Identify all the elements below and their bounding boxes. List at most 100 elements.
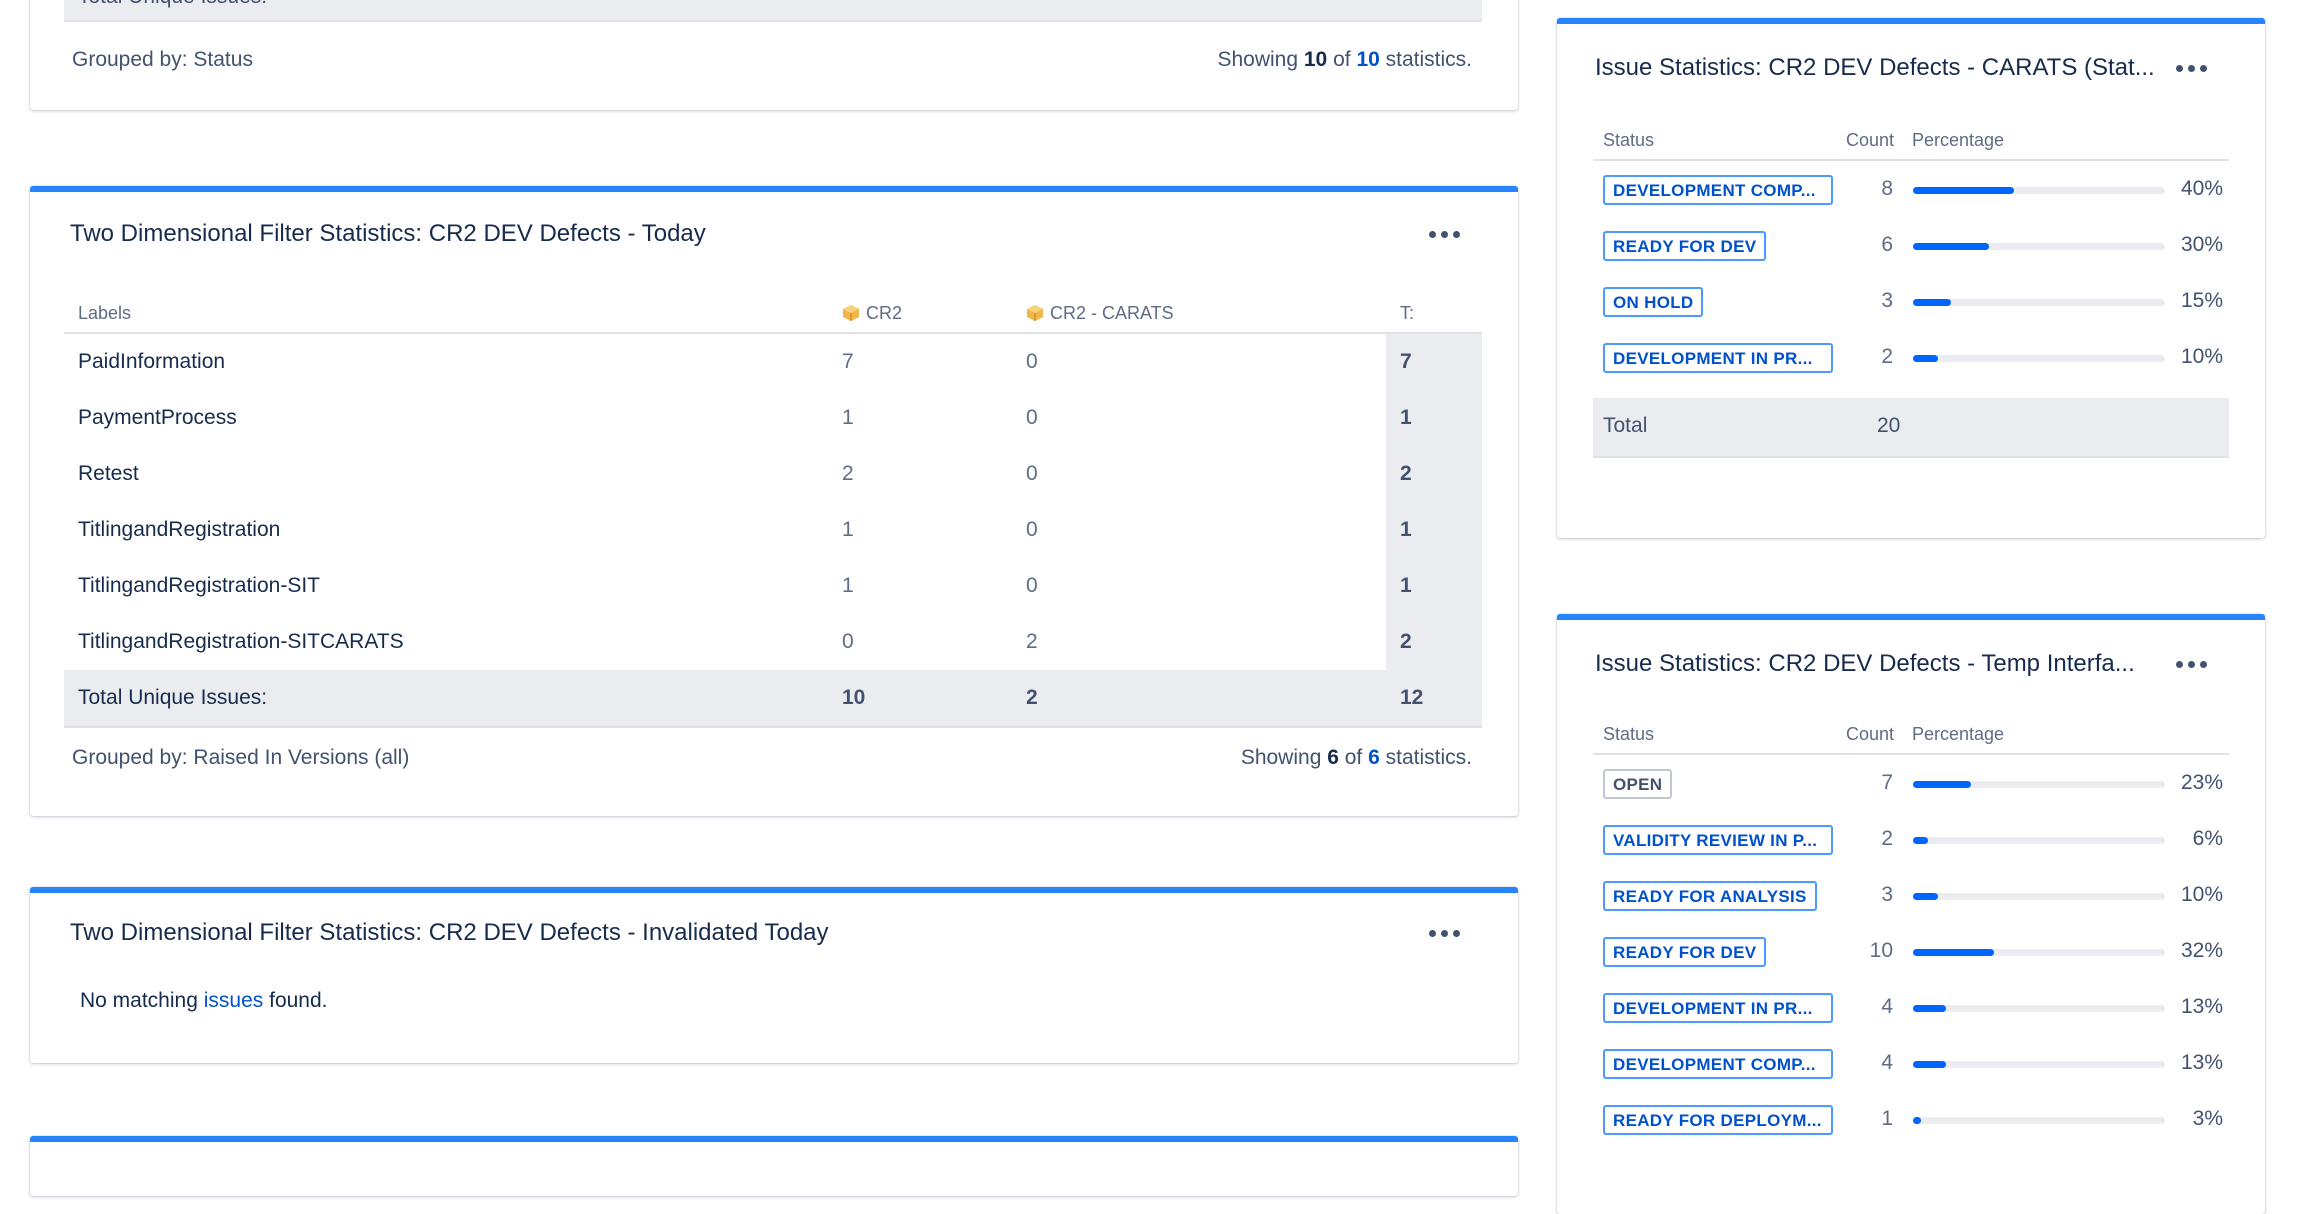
carats-count[interactable]: 0 bbox=[1012, 333, 1386, 390]
status-lozenge[interactable]: DEVELOPMENT COMP... bbox=[1603, 175, 1833, 205]
cr2-count[interactable]: 2 bbox=[828, 446, 1012, 502]
carats-count[interactable]: 0 bbox=[1012, 558, 1386, 614]
more-horizontal-icon bbox=[2187, 64, 2195, 72]
cr2-carats-header[interactable]: CR2 - CARATS bbox=[1012, 280, 1386, 334]
more-horizontal-icon bbox=[1440, 929, 1448, 937]
row-label[interactable]: TitlingandRegistration bbox=[64, 502, 828, 558]
gadget-accent-bar bbox=[30, 1136, 1518, 1142]
status-count[interactable]: 1 bbox=[1853, 1107, 1893, 1131]
percentage-bar bbox=[1913, 355, 2165, 362]
status-count[interactable]: 2 bbox=[1853, 345, 1893, 369]
status-percentage: 10% bbox=[2180, 345, 2223, 368]
percentage-bar-fill bbox=[1913, 1005, 1946, 1012]
two-dim-invalidated-gadget: Two Dimensional Filter Statistics: CR2 D… bbox=[30, 887, 1518, 1063]
gadget-accent-bar bbox=[30, 186, 1518, 192]
empty-message: No matching issues found. bbox=[80, 989, 328, 1012]
total-carats[interactable]: 2 bbox=[1012, 670, 1386, 728]
percentage-bar bbox=[1913, 1061, 2165, 1068]
carats-count[interactable]: 0 bbox=[1012, 446, 1386, 502]
total-all[interactable]: 12 bbox=[1386, 670, 1482, 728]
status-lozenge[interactable]: READY FOR DEV bbox=[1603, 231, 1767, 261]
percentage-bar-fill bbox=[1913, 299, 1951, 306]
previous-total-label: Total Unique Issues: bbox=[78, 0, 267, 9]
status-count[interactable]: 6 bbox=[1853, 233, 1893, 257]
percentage-header: Percentage bbox=[1912, 130, 2005, 150]
percentage-bar-fill bbox=[1913, 1117, 1921, 1124]
percentage-bar bbox=[1913, 837, 2165, 844]
issues-link[interactable]: issues bbox=[204, 989, 264, 1012]
two-dim-table: Labels CR2 CR2 - CARATS T: PaidInformati… bbox=[64, 280, 1482, 728]
stat-row: DEVELOPMENT COMP... 8 40% bbox=[1593, 163, 2229, 219]
row-label[interactable]: PaymentProcess bbox=[64, 390, 828, 446]
status-count[interactable]: 8 bbox=[1853, 177, 1893, 201]
status-percentage: 3% bbox=[2192, 1107, 2223, 1130]
status-count[interactable]: 2 bbox=[1853, 827, 1893, 851]
status-count[interactable]: 3 bbox=[1853, 883, 1893, 907]
status-percentage: 13% bbox=[2180, 995, 2223, 1018]
table-row: Retest 2 0 2 bbox=[64, 446, 1482, 502]
row-total[interactable]: 7 bbox=[1386, 333, 1482, 390]
status-lozenge[interactable]: DEVELOPMENT IN PR... bbox=[1603, 993, 1833, 1023]
percentage-bar bbox=[1913, 781, 2165, 788]
row-total[interactable]: 2 bbox=[1386, 614, 1482, 670]
previous-showing: Showing 10 of 10 statistics. bbox=[1217, 48, 1472, 71]
total-cr2[interactable]: 10 bbox=[828, 670, 1012, 728]
table-row: PaymentProcess 1 0 1 bbox=[64, 390, 1482, 446]
row-total[interactable]: 1 bbox=[1386, 390, 1482, 446]
status-lozenge[interactable]: READY FOR DEV bbox=[1603, 937, 1767, 967]
cr2-count[interactable]: 1 bbox=[828, 558, 1012, 614]
status-lozenge[interactable]: DEVELOPMENT COMP... bbox=[1603, 1049, 1833, 1079]
status-count[interactable]: 10 bbox=[1853, 939, 1893, 963]
row-total[interactable]: 1 bbox=[1386, 502, 1482, 558]
row-label[interactable]: TitlingandRegistration-SITCARATS bbox=[64, 614, 828, 670]
percentage-bar bbox=[1913, 243, 2165, 250]
more-options-button[interactable] bbox=[1420, 915, 1468, 951]
status-lozenge[interactable]: OPEN bbox=[1603, 769, 1673, 799]
previous-grouped-by: Grouped by: Status bbox=[72, 48, 253, 71]
percentage-bar-fill bbox=[1913, 949, 1994, 956]
cr2-header[interactable]: CR2 bbox=[828, 280, 1012, 334]
gadget-accent-bar bbox=[1557, 18, 2265, 24]
status-lozenge[interactable]: READY FOR DEPLOYM... bbox=[1603, 1105, 1833, 1135]
previous-total-row: Total Unique Issues: bbox=[64, 0, 1482, 22]
percentage-bar-fill bbox=[1913, 1061, 1946, 1068]
row-label[interactable]: TitlingandRegistration-SIT bbox=[64, 558, 828, 614]
more-options-button[interactable] bbox=[1420, 216, 1468, 252]
status-lozenge[interactable]: ON HOLD bbox=[1603, 287, 1704, 317]
status-count[interactable]: 3 bbox=[1853, 289, 1893, 313]
more-horizontal-icon bbox=[1452, 230, 1460, 238]
gadget-accent-bar bbox=[1557, 614, 2265, 620]
carats-count[interactable]: 0 bbox=[1012, 502, 1386, 558]
more-options-button[interactable] bbox=[2167, 646, 2215, 682]
header-divider bbox=[1593, 753, 2229, 755]
percentage-bar bbox=[1913, 187, 2165, 194]
percentage-bar bbox=[1913, 949, 2165, 956]
cr2-count[interactable]: 1 bbox=[828, 390, 1012, 446]
row-label[interactable]: Retest bbox=[64, 446, 828, 502]
status-lozenge[interactable]: READY FOR ANALYSIS bbox=[1603, 881, 1817, 911]
more-options-button[interactable] bbox=[2167, 50, 2215, 86]
carats-count[interactable]: 2 bbox=[1012, 614, 1386, 670]
status-lozenge[interactable]: DEVELOPMENT IN PR... bbox=[1603, 343, 1833, 373]
more-horizontal-icon bbox=[2187, 660, 2195, 668]
row-label[interactable]: PaidInformation bbox=[64, 333, 828, 390]
cr2-count[interactable]: 0 bbox=[828, 614, 1012, 670]
row-total[interactable]: 2 bbox=[1386, 446, 1482, 502]
more-horizontal-icon bbox=[1440, 230, 1448, 238]
status-count[interactable]: 4 bbox=[1853, 1051, 1893, 1075]
percentage-bar bbox=[1913, 893, 2165, 900]
status-count[interactable]: 4 bbox=[1853, 995, 1893, 1019]
cr2-count[interactable]: 7 bbox=[828, 333, 1012, 390]
row-total[interactable]: 1 bbox=[1386, 558, 1482, 614]
stat-row: DEVELOPMENT IN PR... 4 13% bbox=[1593, 981, 2229, 1037]
cr2-count[interactable]: 1 bbox=[828, 502, 1012, 558]
total-unique-label: Total Unique Issues: bbox=[64, 670, 828, 728]
gadget-title: Two Dimensional Filter Statistics: CR2 D… bbox=[70, 919, 829, 946]
percentage-bar bbox=[1913, 299, 2165, 306]
stat-row: READY FOR DEV 10 32% bbox=[1593, 925, 2229, 981]
percentage-bar bbox=[1913, 1005, 2165, 1012]
gadget-title: Two Dimensional Filter Statistics: CR2 D… bbox=[70, 220, 706, 247]
status-lozenge[interactable]: VALIDITY REVIEW IN P... bbox=[1603, 825, 1833, 855]
carats-count[interactable]: 0 bbox=[1012, 390, 1386, 446]
status-count[interactable]: 7 bbox=[1853, 771, 1893, 795]
